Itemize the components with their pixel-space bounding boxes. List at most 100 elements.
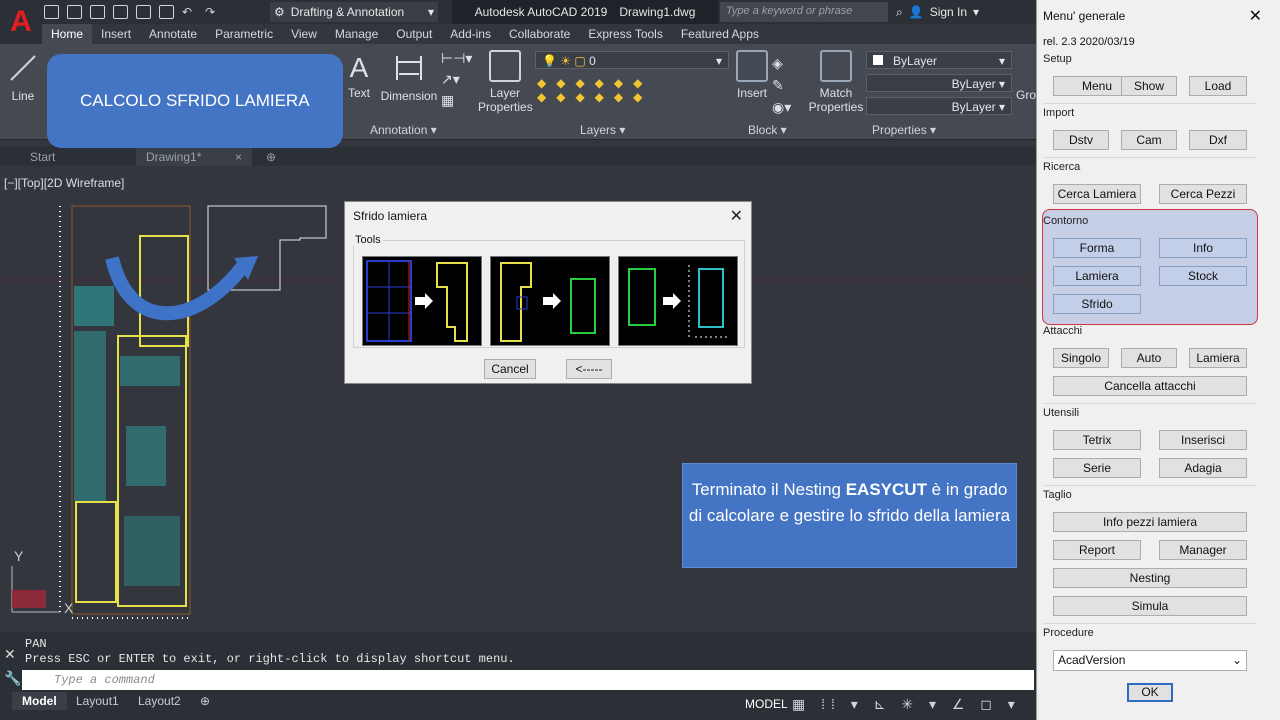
ok-button[interactable]: OK [1127, 683, 1173, 702]
singolo-button[interactable]: Singolo [1053, 348, 1109, 368]
tool-thumbnail-2[interactable] [490, 256, 610, 346]
linear-dimension-icon[interactable]: ⊢⊣▾ [441, 50, 472, 67]
open-web-icon[interactable] [136, 5, 151, 19]
tab-add-ins[interactable]: Add-ins [441, 24, 500, 44]
back-button[interactable]: <----- [566, 359, 612, 379]
dxf-button[interactable]: Dxf [1189, 130, 1247, 150]
cerca-pezzi-button[interactable]: Cerca Pezzi [1159, 184, 1247, 204]
text-button[interactable]: A Text [344, 52, 374, 100]
layer-properties-icon [489, 50, 521, 82]
insert-block-icon [736, 50, 768, 82]
insert-button[interactable]: Insert [734, 50, 770, 100]
save-as-icon[interactable] [113, 5, 128, 19]
stock-button[interactable]: Stock [1159, 266, 1247, 286]
cancel-button[interactable]: Cancel [484, 359, 536, 379]
procedure-select[interactable]: AcadVersion ⌄ [1053, 650, 1247, 671]
annotation-panel-label[interactable]: Annotation ▾ [370, 123, 437, 137]
properties-panel-label[interactable]: Properties ▾ [872, 123, 936, 137]
tool-thumbnail-1[interactable] [362, 256, 482, 346]
report-button[interactable]: Report [1053, 540, 1141, 560]
close-icon[interactable]: ✕ [4, 646, 16, 663]
linetype-dropdown[interactable]: ByLayer ▾ [866, 74, 1012, 92]
load-button[interactable]: Load [1189, 76, 1247, 96]
layers-panel-label[interactable]: Layers ▾ [580, 123, 625, 137]
forma-button[interactable]: Forma [1053, 238, 1141, 258]
inserisci-button[interactable]: Inserisci [1159, 430, 1247, 450]
drawing-tab[interactable]: Drawing1* × [136, 148, 252, 166]
lineweight-dropdown[interactable]: ByLayer ▾ [866, 97, 1012, 115]
serie-button[interactable]: Serie [1053, 458, 1141, 478]
new-file-icon[interactable] [44, 5, 59, 19]
callout-title-text: CALCOLO SFRIDO LAMIERA [80, 91, 310, 110]
status-toggle-icons[interactable]: ▦ ⁞⁞ ▾ ⊾ ✳ ▾ ∠ ◻ ▾ [792, 696, 1021, 713]
dstv-button[interactable]: Dstv [1053, 130, 1109, 150]
tetrix-button[interactable]: Tetrix [1053, 430, 1141, 450]
line-button[interactable]: Line [6, 52, 40, 103]
tab-manage[interactable]: Manage [326, 24, 387, 44]
sign-in-button[interactable]: ⌕ 👤 Sign In ▾ [896, 2, 979, 22]
block-tools-icons[interactable]: ◈ ✎ ◉▾ [772, 52, 791, 118]
attacchi-lamiera-button[interactable]: Lamiera [1189, 348, 1247, 368]
tab-output[interactable]: Output [387, 24, 441, 44]
tab-express-tools[interactable]: Express Tools [579, 24, 671, 44]
manager-button[interactable]: Manager [1159, 540, 1247, 560]
show-button[interactable]: Show [1121, 76, 1177, 96]
separator [1043, 485, 1257, 486]
tab-layout1[interactable]: Layout1 [66, 692, 129, 710]
layer-tools-icons[interactable]: ◆◆◆◆◆◆ ◆◆◆◆◆◆ [537, 76, 727, 116]
info-pezzi-lamiera-button[interactable]: Info pezzi lamiera [1053, 512, 1247, 532]
lamiera-button[interactable]: Lamiera [1053, 266, 1141, 286]
sfrido-button[interactable]: Sfrido [1053, 294, 1141, 314]
tab-featured-apps[interactable]: Featured Apps [672, 24, 768, 44]
model-space-toggle[interactable]: MODEL [745, 697, 788, 711]
new-tab-button[interactable]: ⊕ [256, 148, 286, 166]
redo-icon[interactable]: ↷ [205, 5, 220, 19]
leader-icon[interactable]: ↗▾ [441, 71, 471, 88]
close-icon[interactable]: ✕ [1249, 6, 1262, 26]
open-folder-icon[interactable] [67, 5, 82, 19]
tab-home[interactable]: Home [42, 24, 93, 44]
wrench-icon[interactable]: 🔧 [4, 670, 21, 687]
tab-annotate[interactable]: Annotate [140, 24, 206, 44]
match-properties-button[interactable]: Match Properties [808, 50, 864, 114]
add-layout-button[interactable]: ⊕ [190, 692, 220, 710]
cancella-attacchi-button[interactable]: Cancella attacchi [1053, 376, 1247, 396]
start-tab[interactable]: Start [20, 148, 65, 166]
tab-insert[interactable]: Insert [92, 24, 140, 44]
tab-view[interactable]: View [282, 24, 326, 44]
adagia-button[interactable]: Adagia [1159, 458, 1247, 478]
color-dropdown[interactable]: ByLayer ▾ [866, 51, 1012, 69]
command-input[interactable]: Type a command [22, 670, 1034, 690]
close-icon[interactable]: × [235, 150, 242, 164]
tab-model[interactable]: Model [12, 692, 67, 710]
tab-layout2[interactable]: Layout2 [128, 692, 191, 710]
tool-thumbnail-3[interactable] [618, 256, 738, 346]
callout-text-bold: EASYCUT [845, 480, 927, 499]
layer-dropdown[interactable]: 💡 ☀ ▢ 0 ▾ [535, 51, 729, 69]
tab-collaborate[interactable]: Collaborate [500, 24, 579, 44]
attacchi-section-label: Attacchi [1043, 325, 1083, 337]
autocad-logo-button[interactable]: A [0, 0, 42, 44]
groups-button[interactable]: Gro [1016, 88, 1036, 102]
simula-button[interactable]: Simula [1053, 596, 1247, 616]
properties-dropdowns: ByLayer ▾ ByLayer ▾ ByLayer ▾ [866, 51, 1012, 115]
print-icon[interactable] [159, 5, 174, 19]
undo-icon[interactable]: ↶ [182, 5, 197, 19]
save-icon[interactable] [90, 5, 105, 19]
dimension-button[interactable]: Dimension [380, 52, 438, 103]
auto-button[interactable]: Auto [1121, 348, 1177, 368]
block-panel-label[interactable]: Block ▾ [748, 123, 787, 137]
cam-button[interactable]: Cam [1121, 130, 1177, 150]
table-icon[interactable]: ▦ [441, 92, 471, 109]
search-input[interactable]: Type a keyword or phrase [720, 2, 888, 22]
close-icon[interactable]: ✕ [730, 206, 743, 226]
procedure-selected-value: AcadVersion [1058, 653, 1126, 667]
layer-properties-label: Layer Properties [478, 86, 533, 114]
workspace-dropdown[interactable]: ⚙ Drafting & Annotation ▾ [270, 2, 438, 22]
layer-properties-button[interactable]: Layer Properties [478, 50, 533, 114]
tab-parametric[interactable]: Parametric [206, 24, 282, 44]
info-button[interactable]: Info [1159, 238, 1247, 258]
cerca-lamiera-button[interactable]: Cerca Lamiera [1053, 184, 1141, 204]
viewport-controls[interactable]: [−][Top][2D Wireframe] [4, 176, 124, 190]
nesting-button[interactable]: Nesting [1053, 568, 1247, 588]
